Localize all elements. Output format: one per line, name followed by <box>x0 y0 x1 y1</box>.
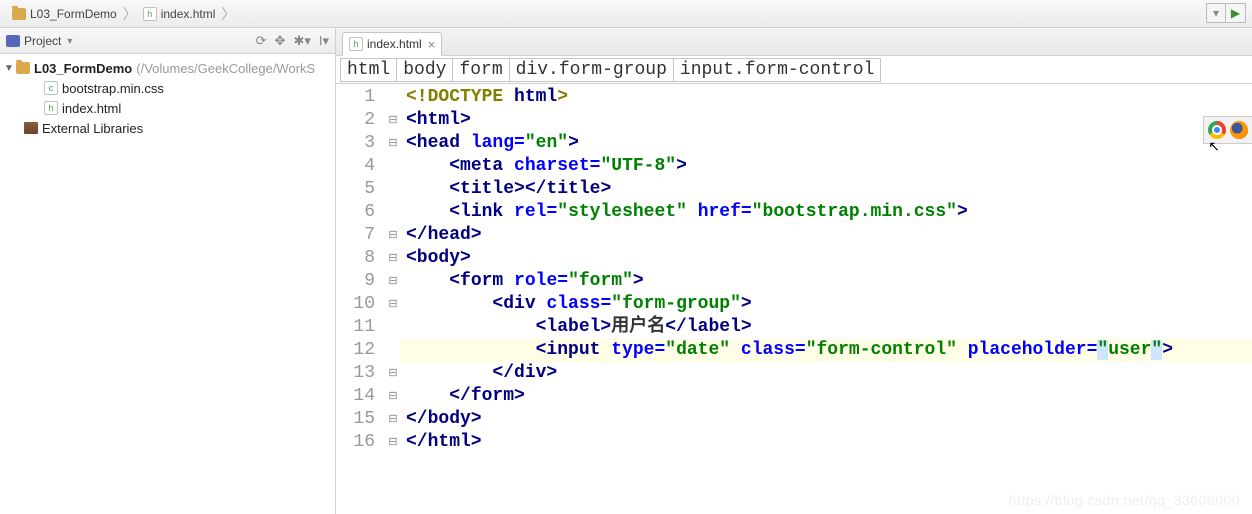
collapse-icon[interactable]: ⟳ <box>256 33 267 49</box>
tree-file[interactable]: c bootstrap.min.css <box>0 78 335 98</box>
firefox-icon[interactable] <box>1230 121 1248 139</box>
project-icon <box>6 35 20 47</box>
css-file-icon: c <box>44 81 58 95</box>
editor-tab-bar: h index.html × <box>336 28 1252 56</box>
project-panel-title: Project <box>24 34 61 48</box>
code-breadcrumb: html body form div.form-group input.form… <box>336 56 1252 84</box>
tree-root-label: L03_FormDemo <box>34 61 132 76</box>
fold-gutter: ⊟⊟⊟⊟⊟⊟⊟⊟⊟⊟ <box>386 84 400 514</box>
editor-tab-label: index.html <box>367 37 422 51</box>
hide-icon[interactable]: I▾ <box>319 33 329 49</box>
chrome-icon[interactable] <box>1208 121 1226 139</box>
run-config-dropdown[interactable]: ▾ <box>1206 3 1226 23</box>
code-content[interactable]: <!DOCTYPE html><html><head lang="en"> <m… <box>400 84 1252 514</box>
chevron-down-icon[interactable]: ▼ <box>65 36 74 46</box>
target-icon[interactable]: ✥ <box>275 33 286 49</box>
path-segment[interactable]: body <box>396 58 452 82</box>
breadcrumb-project-label: L03_FormDemo <box>30 7 117 21</box>
tree-root[interactable]: ▼ L03_FormDemo (/Volumes/GeekCollege/Wor… <box>0 58 335 78</box>
cursor-icon: ↖ <box>1208 138 1220 155</box>
tree-external-libraries[interactable]: External Libraries <box>0 118 335 138</box>
nav-breadcrumb: L03_FormDemo 〉 h index.html 〉 ▾ ▶ <box>0 0 1252 28</box>
arrow-down-icon[interactable]: ▼ <box>4 63 14 74</box>
library-icon <box>24 122 38 134</box>
tree-external-label: External Libraries <box>42 121 143 136</box>
project-tree: ▼ L03_FormDemo (/Volumes/GeekCollege/Wor… <box>0 54 335 142</box>
breadcrumb-file[interactable]: h index.html <box>139 7 220 21</box>
breadcrumb-file-label: index.html <box>161 7 216 21</box>
editor-area: h index.html × html body form div.form-g… <box>336 28 1252 514</box>
tree-file-label: bootstrap.min.css <box>62 81 164 96</box>
run-controls: ▾ ▶ <box>1206 3 1246 23</box>
chevron-right-icon: 〉 <box>123 4 137 24</box>
html-file-icon: h <box>44 101 58 115</box>
folder-icon <box>16 62 30 74</box>
path-segment[interactable]: div.form-group <box>509 58 673 82</box>
run-button[interactable]: ▶ <box>1226 3 1246 23</box>
path-segment[interactable]: form <box>452 58 508 82</box>
project-panel-header[interactable]: Project ▼ ⟳ ✥ ✱▾ I▾ <box>0 28 335 54</box>
html-file-icon: h <box>349 37 363 51</box>
folder-icon <box>12 8 26 20</box>
html-file-icon: h <box>143 7 157 21</box>
path-segment[interactable]: html <box>340 58 396 82</box>
editor-tab[interactable]: h index.html × <box>342 32 442 56</box>
gear-icon[interactable]: ✱▾ <box>293 33 310 49</box>
line-number-gutter: 12345678910111213141516 <box>336 84 386 514</box>
project-sidebar: Project ▼ ⟳ ✥ ✱▾ I▾ ▼ L03_FormDemo (/Vol… <box>0 28 336 514</box>
tree-file-label: index.html <box>62 101 121 116</box>
breadcrumb-project[interactable]: L03_FormDemo <box>8 7 121 21</box>
chevron-right-icon: 〉 <box>221 4 235 24</box>
path-segment[interactable]: input.form-control <box>673 58 881 82</box>
code-editor[interactable]: ↖ 12345678910111213141516 ⊟⊟⊟⊟⊟⊟⊟⊟⊟⊟ <!D… <box>336 84 1252 514</box>
tree-root-path: (/Volumes/GeekCollege/WorkS <box>136 61 315 76</box>
project-toolbar: ⟳ ✥ ✱▾ I▾ <box>256 33 329 49</box>
tree-file[interactable]: h index.html <box>0 98 335 118</box>
close-icon[interactable]: × <box>428 37 436 52</box>
